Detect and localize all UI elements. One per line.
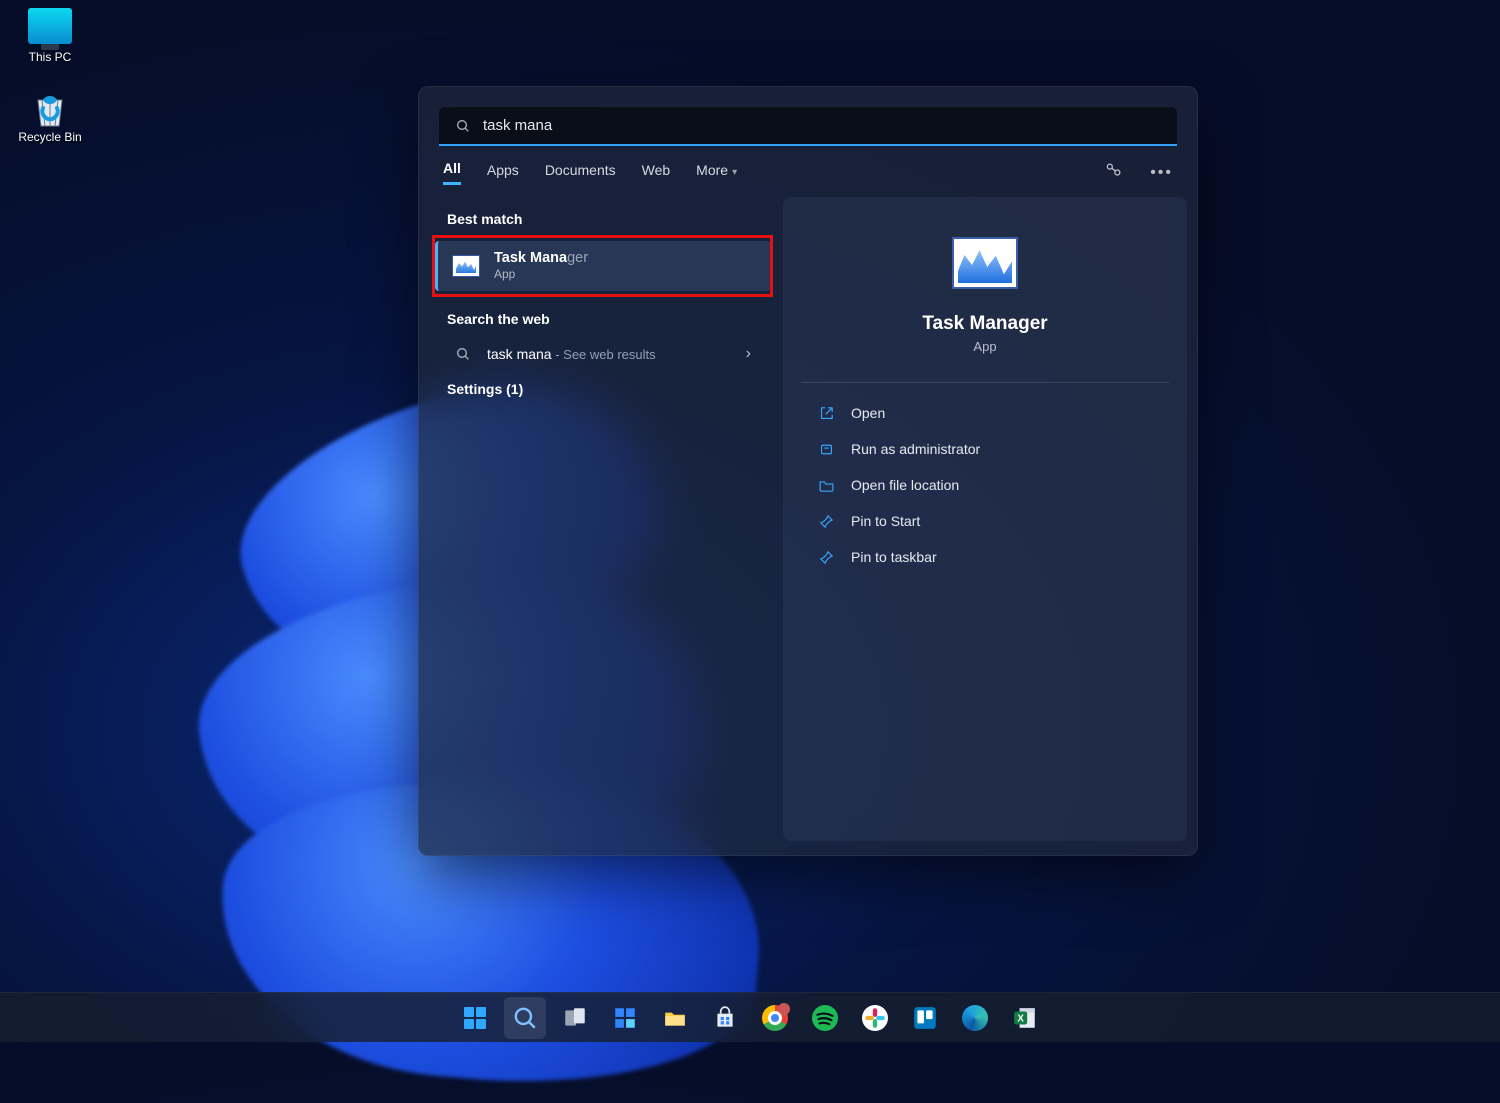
svg-text:X: X <box>1017 1013 1024 1024</box>
windows-logo-icon <box>464 1007 486 1029</box>
search-bar[interactable] <box>439 107 1177 146</box>
action-open[interactable]: Open <box>809 395 1161 431</box>
taskbar-chrome[interactable] <box>754 997 796 1039</box>
results-column: Best match Task Manager App Search the w… <box>419 191 777 855</box>
taskbar-task-view[interactable] <box>554 997 596 1039</box>
folder-icon <box>662 1005 688 1031</box>
edge-icon <box>962 1005 988 1031</box>
detail-subtitle: App <box>973 339 996 354</box>
filter-apps[interactable]: Apps <box>487 162 519 184</box>
taskbar-start[interactable] <box>454 997 496 1039</box>
filter-web[interactable]: Web <box>642 162 671 184</box>
filter-documents[interactable]: Documents <box>545 162 616 184</box>
task-view-icon <box>562 1005 588 1031</box>
desktop-icon-recycle-bin[interactable]: Recycle Bin <box>10 88 90 144</box>
store-icon <box>712 1005 738 1031</box>
taskbar-trello[interactable] <box>904 997 946 1039</box>
web-result-item[interactable]: task mana - See web results › <box>429 337 777 371</box>
detail-pane: Task Manager App Open Run as administrat… <box>783 197 1187 841</box>
action-pin-start[interactable]: Pin to Start <box>809 503 1161 539</box>
spotify-icon <box>812 1005 838 1031</box>
search-icon <box>512 1005 538 1031</box>
pin-icon <box>817 548 835 566</box>
filter-all[interactable]: All <box>443 160 461 185</box>
trello-icon <box>912 1005 938 1031</box>
taskbar-spotify[interactable] <box>804 997 846 1039</box>
search-icon <box>455 118 471 134</box>
detail-title: Task Manager <box>922 313 1047 335</box>
desktop-icon-label: Recycle Bin <box>10 130 90 144</box>
chevron-down-icon: ▾ <box>732 167 737 178</box>
pin-icon <box>817 512 835 530</box>
filter-more[interactable]: More▾ <box>696 162 737 184</box>
task-manager-icon <box>452 255 480 277</box>
taskbar-slack[interactable] <box>854 997 896 1039</box>
taskbar-file-explorer[interactable] <box>654 997 696 1039</box>
folder-icon <box>817 476 835 494</box>
filter-tabs: All Apps Documents Web More▾ ••• <box>419 146 1197 191</box>
chrome-icon <box>762 1005 788 1031</box>
start-search-panel: All Apps Documents Web More▾ ••• Best ma… <box>418 86 1198 856</box>
taskbar: X <box>0 992 1500 1042</box>
shield-icon <box>817 440 835 458</box>
section-search-web: Search the web <box>429 301 777 337</box>
excel-icon: X <box>1012 1005 1038 1031</box>
monitor-icon <box>28 8 72 44</box>
desktop-icon-this-pc[interactable]: This PC <box>10 8 90 64</box>
desktop-icons: This PC Recycle Bin <box>10 8 90 168</box>
action-open-location[interactable]: Open file location <box>809 467 1161 503</box>
chevron-right-icon: › <box>746 345 751 363</box>
task-manager-icon <box>952 237 1018 289</box>
best-match-result[interactable]: Task Manager App <box>435 241 771 291</box>
search-scope-icon[interactable] <box>1104 160 1124 185</box>
more-options-icon[interactable]: ••• <box>1150 164 1173 182</box>
taskbar-edge[interactable] <box>954 997 996 1039</box>
action-pin-taskbar[interactable]: Pin to taskbar <box>809 539 1161 575</box>
search-icon <box>455 346 471 362</box>
taskbar-excel[interactable]: X <box>1004 997 1046 1039</box>
action-run-as-admin[interactable]: Run as administrator <box>809 431 1161 467</box>
section-settings[interactable]: Settings (1) <box>429 371 777 407</box>
best-match-title: Task Manager <box>494 251 588 267</box>
open-icon <box>817 404 835 422</box>
desktop-icon-label: This PC <box>10 50 90 64</box>
widgets-icon <box>612 1005 638 1031</box>
best-match-subtitle: App <box>494 267 588 281</box>
taskbar-search[interactable] <box>504 997 546 1039</box>
section-best-match: Best match <box>429 201 777 237</box>
recycle-bin-icon <box>28 88 72 124</box>
search-input[interactable] <box>483 117 1161 134</box>
slack-icon <box>862 1005 888 1031</box>
taskbar-widgets[interactable] <box>604 997 646 1039</box>
taskbar-ms-store[interactable] <box>704 997 746 1039</box>
